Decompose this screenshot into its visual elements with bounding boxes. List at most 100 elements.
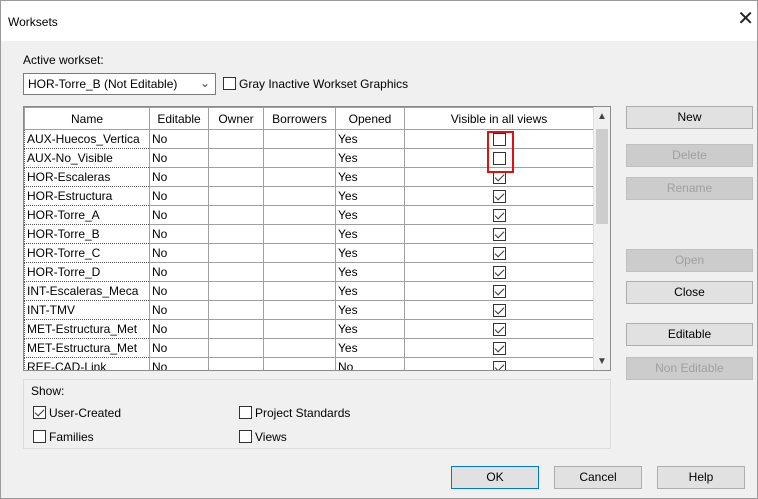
- borrowers-cell[interactable]: [263, 243, 336, 263]
- visible-checkbox[interactable]: [492, 323, 506, 337]
- visible-checkbox[interactable]: [492, 342, 506, 356]
- table-row[interactable]: HOR-Torre_B No Yes: [24, 224, 594, 244]
- opened-cell[interactable]: No: [335, 357, 405, 370]
- opened-cell[interactable]: Yes: [335, 281, 405, 301]
- active-workset-dropdown[interactable]: HOR-Torre_B (Not Editable) ⌄: [23, 73, 216, 95]
- visible-checkbox[interactable]: [492, 133, 506, 147]
- user-created-option[interactable]: User-Created: [33, 405, 121, 420]
- editable-cell[interactable]: No: [149, 300, 209, 320]
- borrowers-cell[interactable]: [263, 205, 336, 225]
- borrowers-cell[interactable]: [263, 262, 336, 282]
- owner-cell[interactable]: [208, 319, 264, 339]
- editable-cell[interactable]: No: [149, 148, 209, 168]
- table-row[interactable]: HOR-Torre_D No Yes: [24, 262, 594, 282]
- owner-cell[interactable]: [208, 262, 264, 282]
- opened-cell[interactable]: Yes: [335, 148, 405, 168]
- visible-checkbox[interactable]: [492, 152, 506, 166]
- column-header-opened[interactable]: Opened: [335, 107, 405, 130]
- workset-name-cell[interactable]: HOR-Torre_D: [24, 262, 150, 282]
- borrowers-cell[interactable]: [263, 300, 336, 320]
- column-header-visible[interactable]: Visible in all views: [404, 107, 594, 130]
- project-standards-checkbox[interactable]: [239, 406, 252, 420]
- table-row[interactable]: HOR-Estructura No Yes: [24, 186, 594, 206]
- opened-cell[interactable]: Yes: [335, 224, 405, 244]
- vertical-scrollbar[interactable]: ▲ ▼: [593, 107, 610, 370]
- workset-name-cell[interactable]: AUX-Huecos_Vertica: [24, 129, 150, 149]
- editable-cell[interactable]: No: [149, 281, 209, 301]
- table-row[interactable]: HOR-Torre_A No Yes: [24, 205, 594, 225]
- workset-name-cell[interactable]: HOR-Escaleras: [24, 167, 150, 187]
- workset-name-cell[interactable]: AUX-No_Visible: [24, 148, 150, 168]
- editable-cell[interactable]: No: [149, 319, 209, 339]
- borrowers-cell[interactable]: [263, 281, 336, 301]
- table-row[interactable]: INT-TMV No Yes: [24, 300, 594, 320]
- column-header-owner[interactable]: Owner: [208, 107, 264, 130]
- visible-checkbox[interactable]: [492, 361, 506, 370]
- close-button[interactable]: Close: [626, 281, 753, 304]
- delete-button[interactable]: Delete: [626, 144, 753, 167]
- gray-inactive-option[interactable]: Gray Inactive Workset Graphics: [223, 76, 408, 91]
- opened-cell[interactable]: Yes: [335, 319, 405, 339]
- families-checkbox[interactable]: [33, 430, 46, 444]
- scroll-up-icon[interactable]: ▲: [597, 111, 607, 122]
- owner-cell[interactable]: [208, 338, 264, 358]
- owner-cell[interactable]: [208, 205, 264, 225]
- borrowers-cell[interactable]: [263, 319, 336, 339]
- column-header-name[interactable]: Name: [24, 107, 150, 130]
- opened-cell[interactable]: Yes: [335, 205, 405, 225]
- borrowers-cell[interactable]: [263, 357, 336, 370]
- table-row[interactable]: INT-Escaleras_Meca No Yes: [24, 281, 594, 301]
- project-standards-option[interactable]: Project Standards: [239, 405, 350, 420]
- table-row[interactable]: MET-Estructura_Met No Yes: [24, 338, 594, 358]
- borrowers-cell[interactable]: [263, 148, 336, 168]
- workset-name-cell[interactable]: HOR-Estructura: [24, 186, 150, 206]
- editable-cell[interactable]: No: [149, 262, 209, 282]
- non-editable-button[interactable]: Non Editable: [626, 357, 753, 380]
- workset-name-cell[interactable]: INT-Escaleras_Meca: [24, 281, 150, 301]
- opened-cell[interactable]: Yes: [335, 186, 405, 206]
- visible-checkbox[interactable]: [492, 304, 506, 318]
- borrowers-cell[interactable]: [263, 338, 336, 358]
- editable-cell[interactable]: No: [149, 357, 209, 370]
- rename-button[interactable]: Rename: [626, 177, 753, 200]
- workset-name-cell[interactable]: MET-Estructura_Met: [24, 319, 150, 339]
- ok-button[interactable]: OK: [451, 466, 539, 489]
- editable-cell[interactable]: No: [149, 243, 209, 263]
- borrowers-cell[interactable]: [263, 224, 336, 244]
- column-header-borrowers[interactable]: Borrowers: [263, 107, 336, 130]
- views-option[interactable]: Views: [239, 429, 287, 444]
- opened-cell[interactable]: Yes: [335, 167, 405, 187]
- views-checkbox[interactable]: [239, 430, 252, 444]
- editable-button[interactable]: Editable: [626, 323, 753, 346]
- editable-cell[interactable]: No: [149, 186, 209, 206]
- table-row[interactable]: AUX-No_Visible No Yes: [24, 148, 594, 168]
- cancel-button[interactable]: Cancel: [554, 466, 642, 489]
- opened-cell[interactable]: Yes: [335, 338, 405, 358]
- borrowers-cell[interactable]: [263, 186, 336, 206]
- owner-cell[interactable]: [208, 186, 264, 206]
- workset-name-cell[interactable]: HOR-Torre_C: [24, 243, 150, 263]
- editable-cell[interactable]: No: [149, 129, 209, 149]
- visible-checkbox[interactable]: [492, 247, 506, 261]
- owner-cell[interactable]: [208, 357, 264, 370]
- owner-cell[interactable]: [208, 224, 264, 244]
- editable-cell[interactable]: No: [149, 224, 209, 244]
- visible-checkbox[interactable]: [492, 171, 506, 185]
- column-header-editable[interactable]: Editable: [149, 107, 209, 130]
- families-option[interactable]: Families: [33, 429, 94, 444]
- borrowers-cell[interactable]: [263, 129, 336, 149]
- scrollbar-thumb[interactable]: [596, 129, 608, 224]
- gray-inactive-checkbox[interactable]: [223, 77, 236, 91]
- opened-cell[interactable]: Yes: [335, 243, 405, 263]
- owner-cell[interactable]: [208, 167, 264, 187]
- visible-checkbox[interactable]: [492, 209, 506, 223]
- borrowers-cell[interactable]: [263, 167, 336, 187]
- table-row[interactable]: AUX-Huecos_Vertica No Yes: [24, 129, 594, 149]
- open-button[interactable]: Open: [626, 249, 753, 272]
- workset-name-cell[interactable]: REF-CAD-Link: [24, 357, 150, 370]
- opened-cell[interactable]: Yes: [335, 129, 405, 149]
- table-row[interactable]: HOR-Escaleras No Yes: [24, 167, 594, 187]
- workset-name-cell[interactable]: HOR-Torre_B: [24, 224, 150, 244]
- visible-checkbox[interactable]: [492, 228, 506, 242]
- visible-checkbox[interactable]: [492, 190, 506, 204]
